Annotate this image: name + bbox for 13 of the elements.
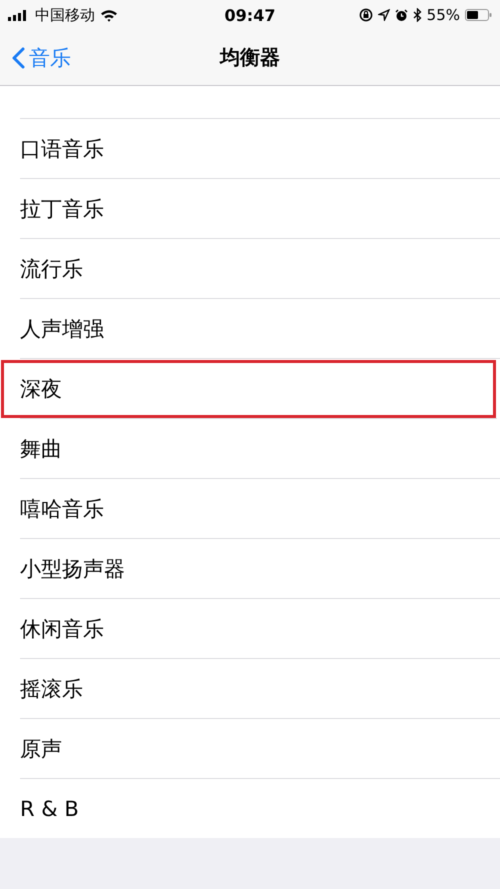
clock-time: 09:47 (224, 6, 276, 24)
wifi-icon (100, 8, 118, 22)
bluetooth-icon (412, 8, 422, 22)
location-arrow-icon (378, 9, 390, 21)
battery-icon (465, 9, 492, 21)
battery-percentage: 55% (426, 6, 460, 24)
page-title: 均衡器 (220, 44, 280, 71)
back-button[interactable]: 音乐 (8, 30, 75, 85)
equalizer-option[interactable]: 深夜 (0, 359, 497, 419)
alarm-icon (394, 8, 408, 22)
rotation-lock-icon (358, 8, 373, 22)
chevron-left-icon (12, 46, 25, 68)
carrier-name: 中国移动 (35, 6, 95, 24)
